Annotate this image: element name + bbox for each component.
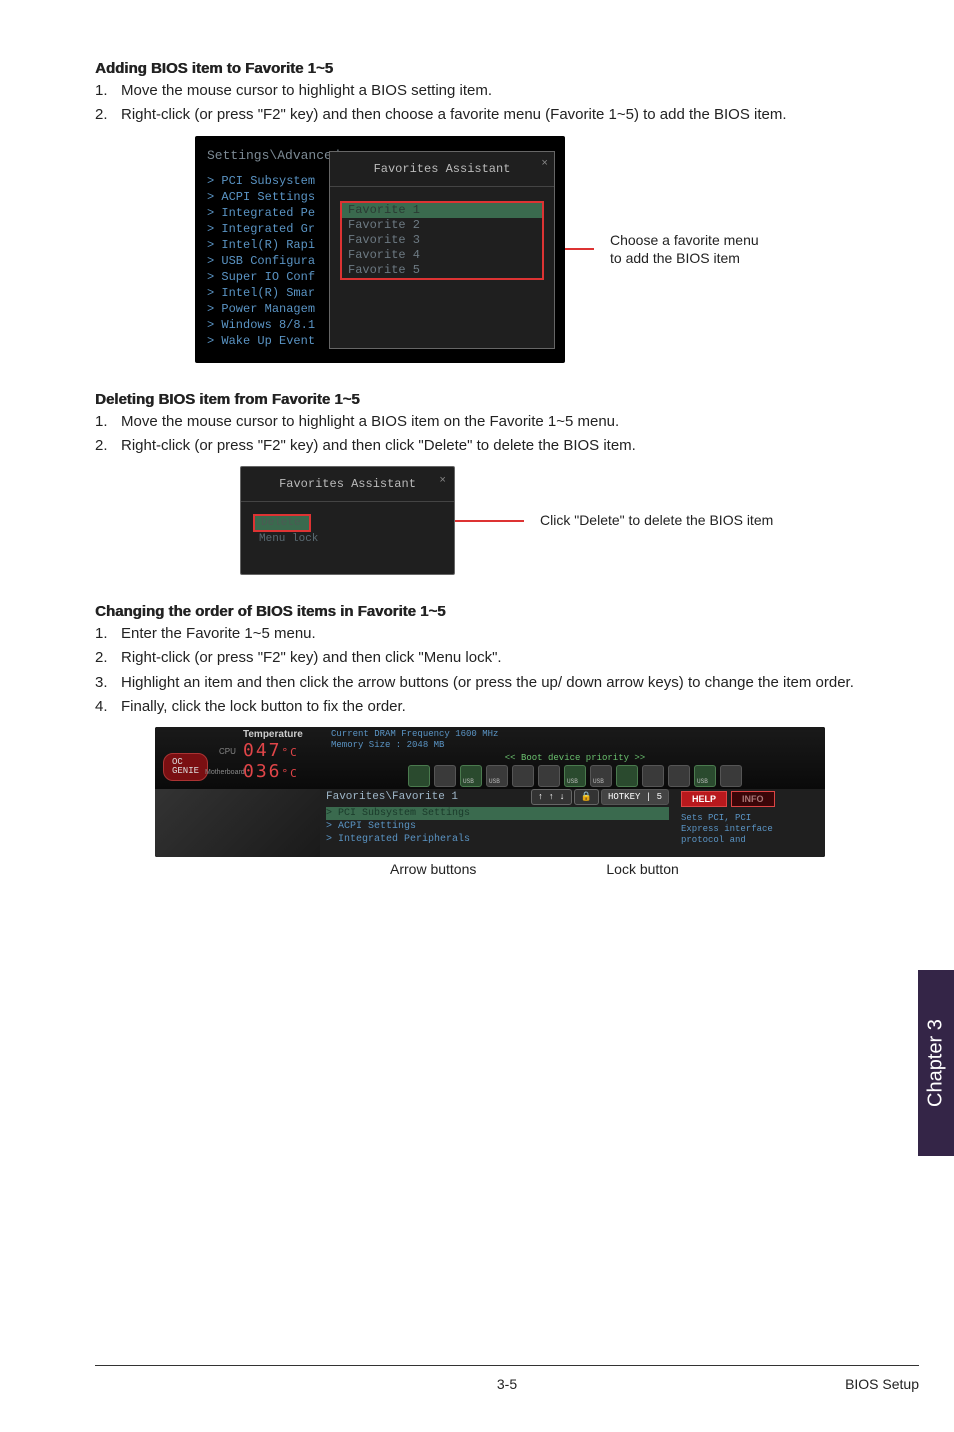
mobo-label: Motherboard xyxy=(205,769,245,776)
boot-device-icon xyxy=(590,765,612,787)
section1-steps: 1.Move the mouse cursor to highlight a B… xyxy=(95,81,874,126)
section1-title: Adding BIOS item to Favorite 1~5 xyxy=(95,60,874,77)
figure-2: Favorites Assistant × Delete Menu lock C… xyxy=(95,466,874,575)
boot-device-icon xyxy=(616,765,638,787)
page-number: 3-5 xyxy=(497,1376,517,1392)
boot-device-icon xyxy=(460,765,482,787)
list-number: 1. xyxy=(95,81,121,101)
figure-caption: Click "Delete" to delete the BIOS item xyxy=(540,511,773,529)
popup-header: Favorites Assistant × xyxy=(241,467,454,502)
boot-device-icon xyxy=(512,765,534,787)
bios-menu-item: Super IO Conf xyxy=(207,269,329,285)
favorite-option: Favorite 3 xyxy=(342,233,542,248)
favorite-option: Favorite 4 xyxy=(342,248,542,263)
step-text: Right-click (or press "F2" key) and then… xyxy=(121,105,874,125)
hotkey-label: HOTKEY | 5 xyxy=(601,789,669,805)
oc-genie-button: OCGENIE xyxy=(163,753,208,781)
memory-info: Memory Size : 2048 MB xyxy=(331,740,819,751)
list-number: 2. xyxy=(95,105,121,125)
temperature-label: Temperature xyxy=(243,729,303,740)
bios-menu-item: Intel(R) Rapi xyxy=(207,237,329,253)
bios-menu-item: Power Managem xyxy=(207,301,329,317)
close-icon: × xyxy=(439,475,446,487)
boot-device-icon xyxy=(408,765,430,787)
footer-title: BIOS Setup xyxy=(845,1376,919,1392)
list-number: 1. xyxy=(95,624,121,644)
info-button: INFO xyxy=(731,791,775,807)
bios-menu-item: Windows 8/8.1 xyxy=(207,317,329,333)
favorite-item: ACPI Settings xyxy=(326,820,669,833)
favorite-option: Favorite 1 xyxy=(342,203,542,218)
lock-button-label: Lock button xyxy=(606,861,678,877)
boot-device-icon xyxy=(486,765,508,787)
boot-device-icon xyxy=(564,765,586,787)
favorite-option: Favorite 2 xyxy=(342,218,542,233)
bios-menu-item: ACPI Settings xyxy=(207,189,329,205)
bios-menu-item: Intel(R) Smar xyxy=(207,285,329,301)
boot-device-icons xyxy=(331,765,819,787)
favorite-options: Favorite 1 Favorite 2 Favorite 3 Favorit… xyxy=(340,201,544,280)
callout-line xyxy=(454,520,524,522)
bios-body-image xyxy=(155,789,320,857)
dram-info: Current DRAM Frequency 1600 MHz xyxy=(331,729,819,740)
boot-device-icon xyxy=(720,765,742,787)
list-number: 2. xyxy=(95,648,121,668)
favorite-item: Integrated Peripherals xyxy=(326,833,669,846)
bios-menu-item: Integrated Gr xyxy=(207,221,329,237)
cpu-label: CPU xyxy=(219,747,236,756)
mobo-temp-value: 036°C xyxy=(243,761,303,782)
section3-steps: 1.Enter the Favorite 1~5 menu. 2.Right-c… xyxy=(95,624,874,717)
popup-header: Favorites Assistant × xyxy=(330,152,554,187)
boot-device-icon xyxy=(668,765,690,787)
bios-menu-item: USB Configura xyxy=(207,253,329,269)
bios-screenshot-3: Temperature CPU 047°C Motherboard 036°C … xyxy=(155,727,825,857)
callout-line xyxy=(564,248,594,250)
bios-menu-item: PCI Subsystem xyxy=(207,173,329,189)
step-text: Right-click (or press "F2" key) and then… xyxy=(121,648,874,668)
bios-menu-list: PCI Subsystem ACPI Settings Integrated P… xyxy=(207,173,329,349)
figure-caption: Choose a favorite menu to add the BIOS i… xyxy=(610,231,759,267)
lock-button-icon: 🔒 xyxy=(574,789,599,805)
cpu-temp-value: 047°C xyxy=(243,740,303,761)
section3-title: Changing the order of BIOS items in Favo… xyxy=(95,603,874,620)
step-text: Finally, click the lock button to fix th… xyxy=(121,697,874,717)
step-text: Move the mouse cursor to highlight a BIO… xyxy=(121,81,874,101)
boot-device-icon xyxy=(434,765,456,787)
arrow-buttons-label: Arrow buttons xyxy=(390,861,476,877)
favorite-item: PCI Subsystem Settings xyxy=(326,807,669,820)
delete-option: Delete xyxy=(253,514,311,532)
section2-steps: 1.Move the mouse cursor to highlight a B… xyxy=(95,412,874,457)
boot-device-icon xyxy=(642,765,664,787)
list-number: 1. xyxy=(95,412,121,432)
favorite-option: Favorite 5 xyxy=(342,263,542,278)
menu-lock-option: Menu lock xyxy=(253,532,442,546)
step-text: Highlight an item and then click the arr… xyxy=(121,673,874,693)
boot-priority-label: << Boot device priority >> xyxy=(331,753,819,763)
bios-menu-item: Integrated Pe xyxy=(207,205,329,221)
step-text: Move the mouse cursor to highlight a BIO… xyxy=(121,412,874,432)
help-button: HELP xyxy=(681,791,727,807)
boot-device-icon xyxy=(538,765,560,787)
step-text: Enter the Favorite 1~5 menu. xyxy=(121,624,874,644)
section2-title: Deleting BIOS item from Favorite 1~5 xyxy=(95,391,874,408)
list-number: 4. xyxy=(95,697,121,717)
list-number: 3. xyxy=(95,673,121,693)
help-text: Sets PCI, PCI Express interface protocol… xyxy=(681,813,819,846)
bios-menu-item: Wake Up Event xyxy=(207,333,329,349)
figure-1: Settings\Advanced PCI Subsystem ACPI Set… xyxy=(95,136,874,363)
boot-device-icon xyxy=(694,765,716,787)
list-number: 2. xyxy=(95,436,121,456)
close-icon: × xyxy=(541,158,548,170)
arrow-buttons: ↑ ↑ ↓ xyxy=(531,789,572,805)
page-footer: 3-5 BIOS Setup xyxy=(95,1365,919,1392)
step-text: Right-click (or press "F2" key) and then… xyxy=(121,436,874,456)
bios-screenshot-2: Favorites Assistant × Delete Menu lock xyxy=(240,466,455,575)
bios-screenshot-1: Settings\Advanced PCI Subsystem ACPI Set… xyxy=(195,136,565,363)
figure-annotations: Arrow buttons Lock button xyxy=(155,861,874,877)
chapter-tab: Chapter 3 xyxy=(918,970,954,1156)
favorites-assistant-popup: Favorites Assistant × Favorite 1 Favorit… xyxy=(329,151,555,349)
